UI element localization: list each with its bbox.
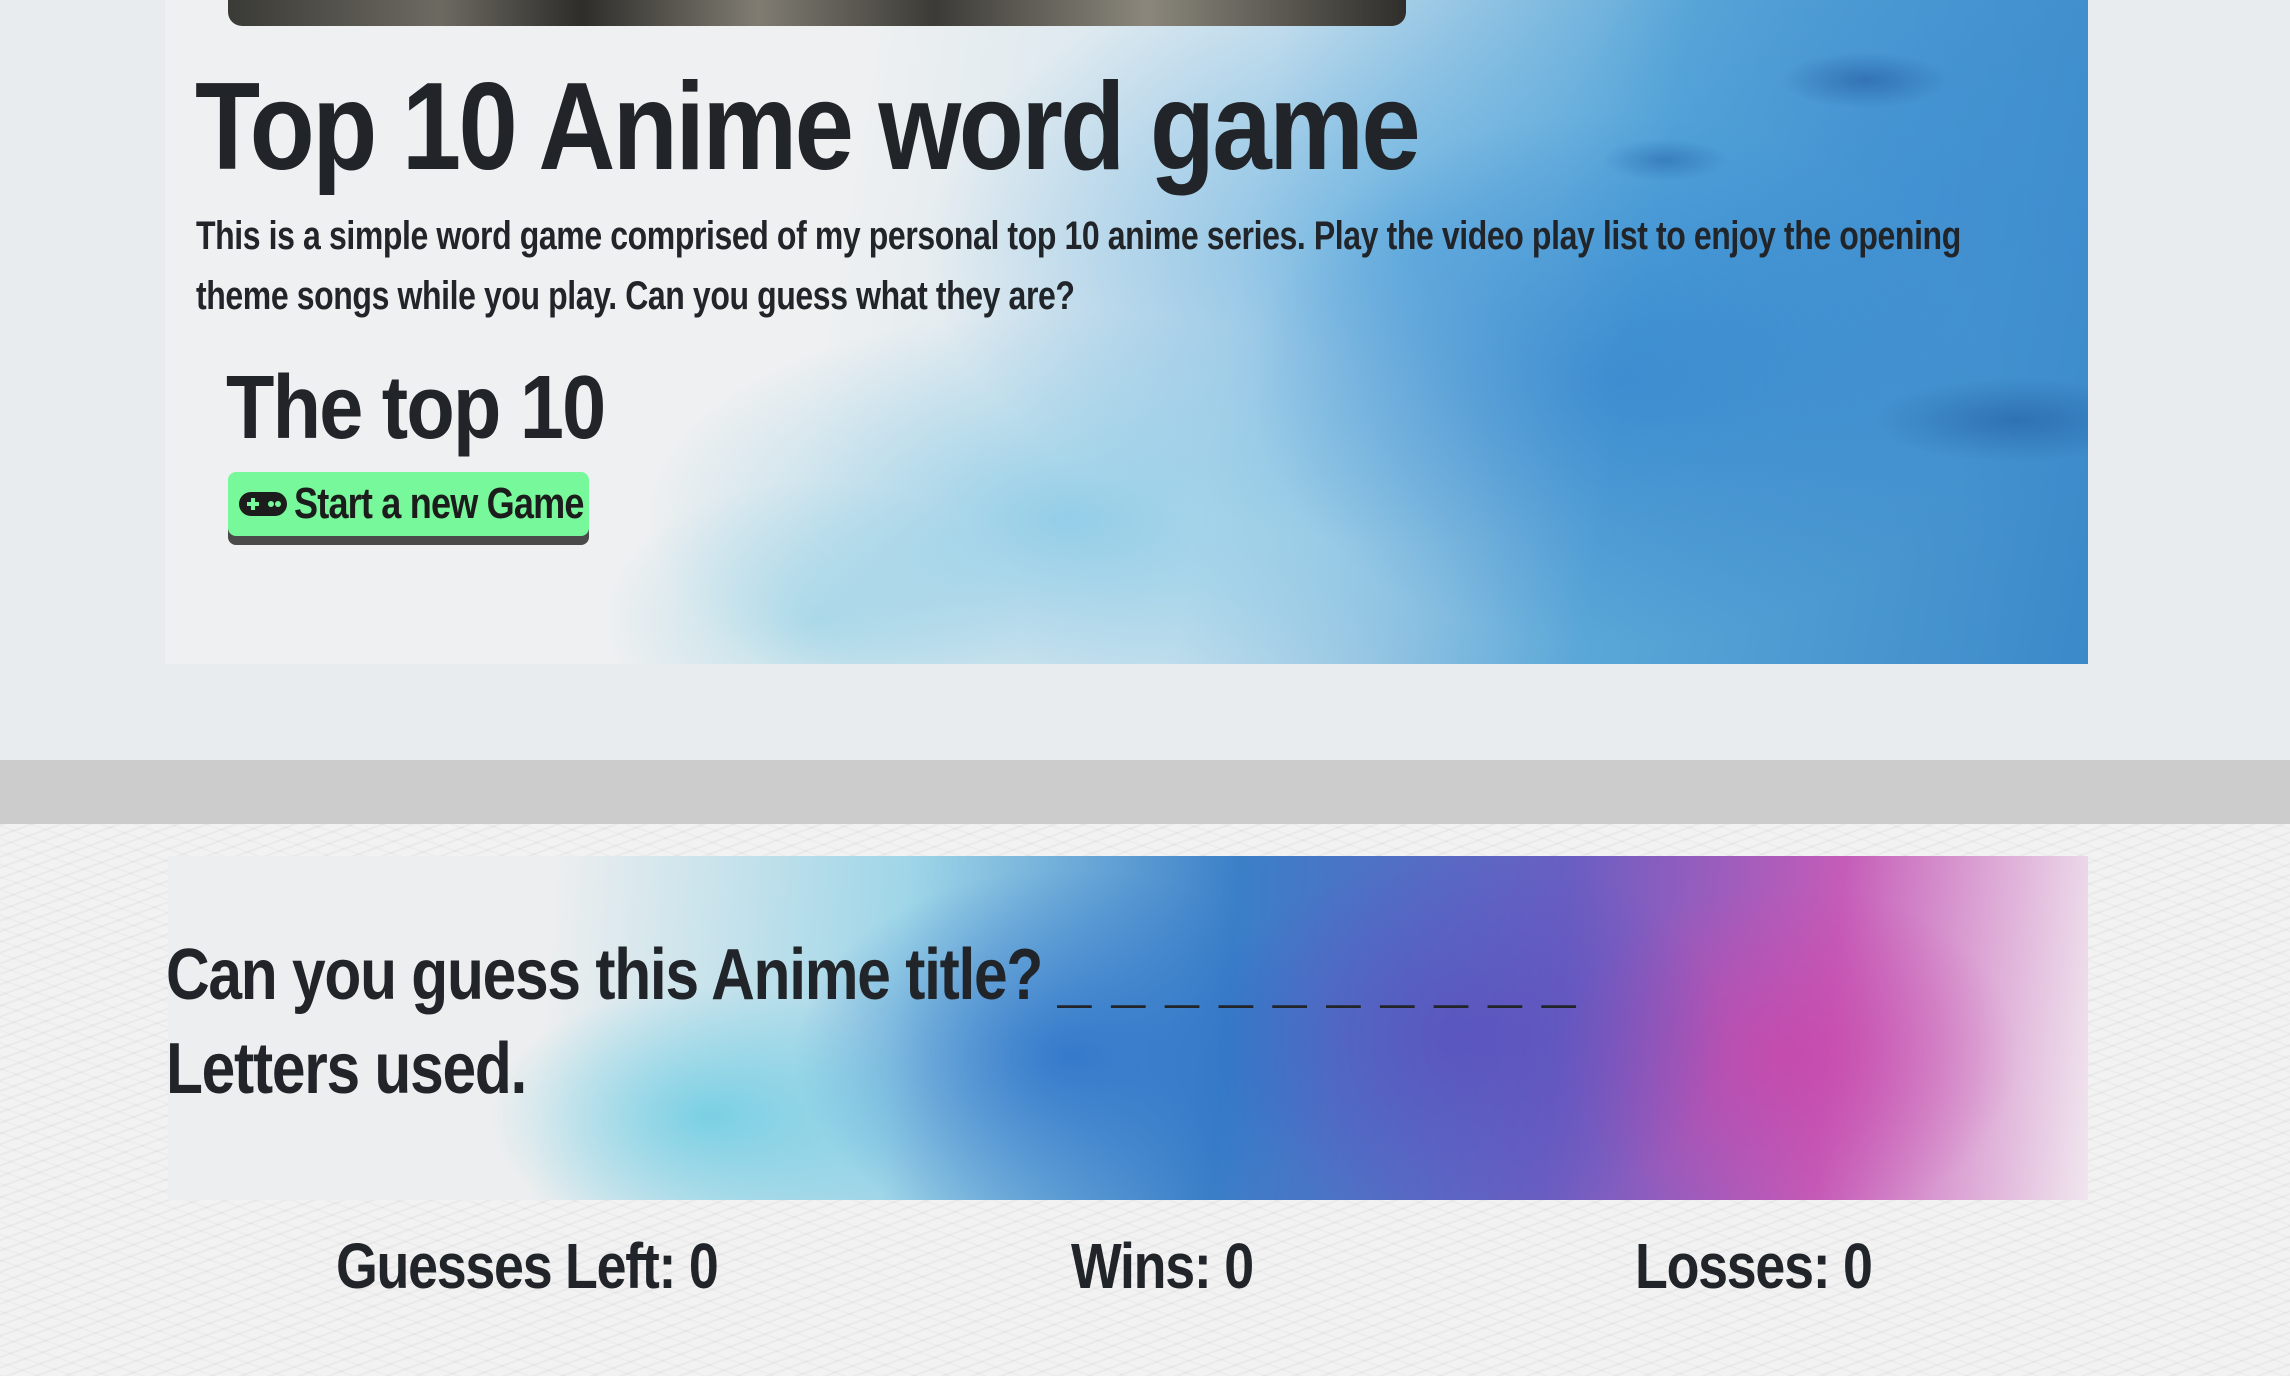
guesses-left-counter: Guesses Left: 0: [336, 1230, 719, 1302]
wins-counter: Wins: 0: [1071, 1230, 1254, 1302]
guess-prompt: Can you guess this Anime title? _ _ _ _ …: [166, 930, 1577, 1020]
gamepad-icon: [238, 489, 288, 519]
start-button-label: Start a new Game: [294, 479, 584, 528]
intro-description: This is a simple word game comprised of …: [196, 214, 1961, 318]
word-blanks: _ _ _ _ _ _ _ _ _ _: [1057, 935, 1578, 1015]
hero-section: Top 10 Anime word game This is a simple …: [0, 0, 2290, 760]
start-new-game-button[interactable]: Start a new Game: [228, 472, 589, 536]
section-divider: [0, 760, 2290, 824]
video-player-thumbnail[interactable]: [228, 0, 1406, 26]
losses-counter: Losses: 0: [1635, 1230, 1873, 1302]
top-ten-heading: The top 10: [226, 358, 606, 458]
letters-used-label: Letters used.: [166, 1029, 527, 1109]
page-title: Top 10 Anime word game: [195, 58, 1421, 196]
guess-prompt-text: Can you guess this Anime title?: [166, 935, 1043, 1015]
